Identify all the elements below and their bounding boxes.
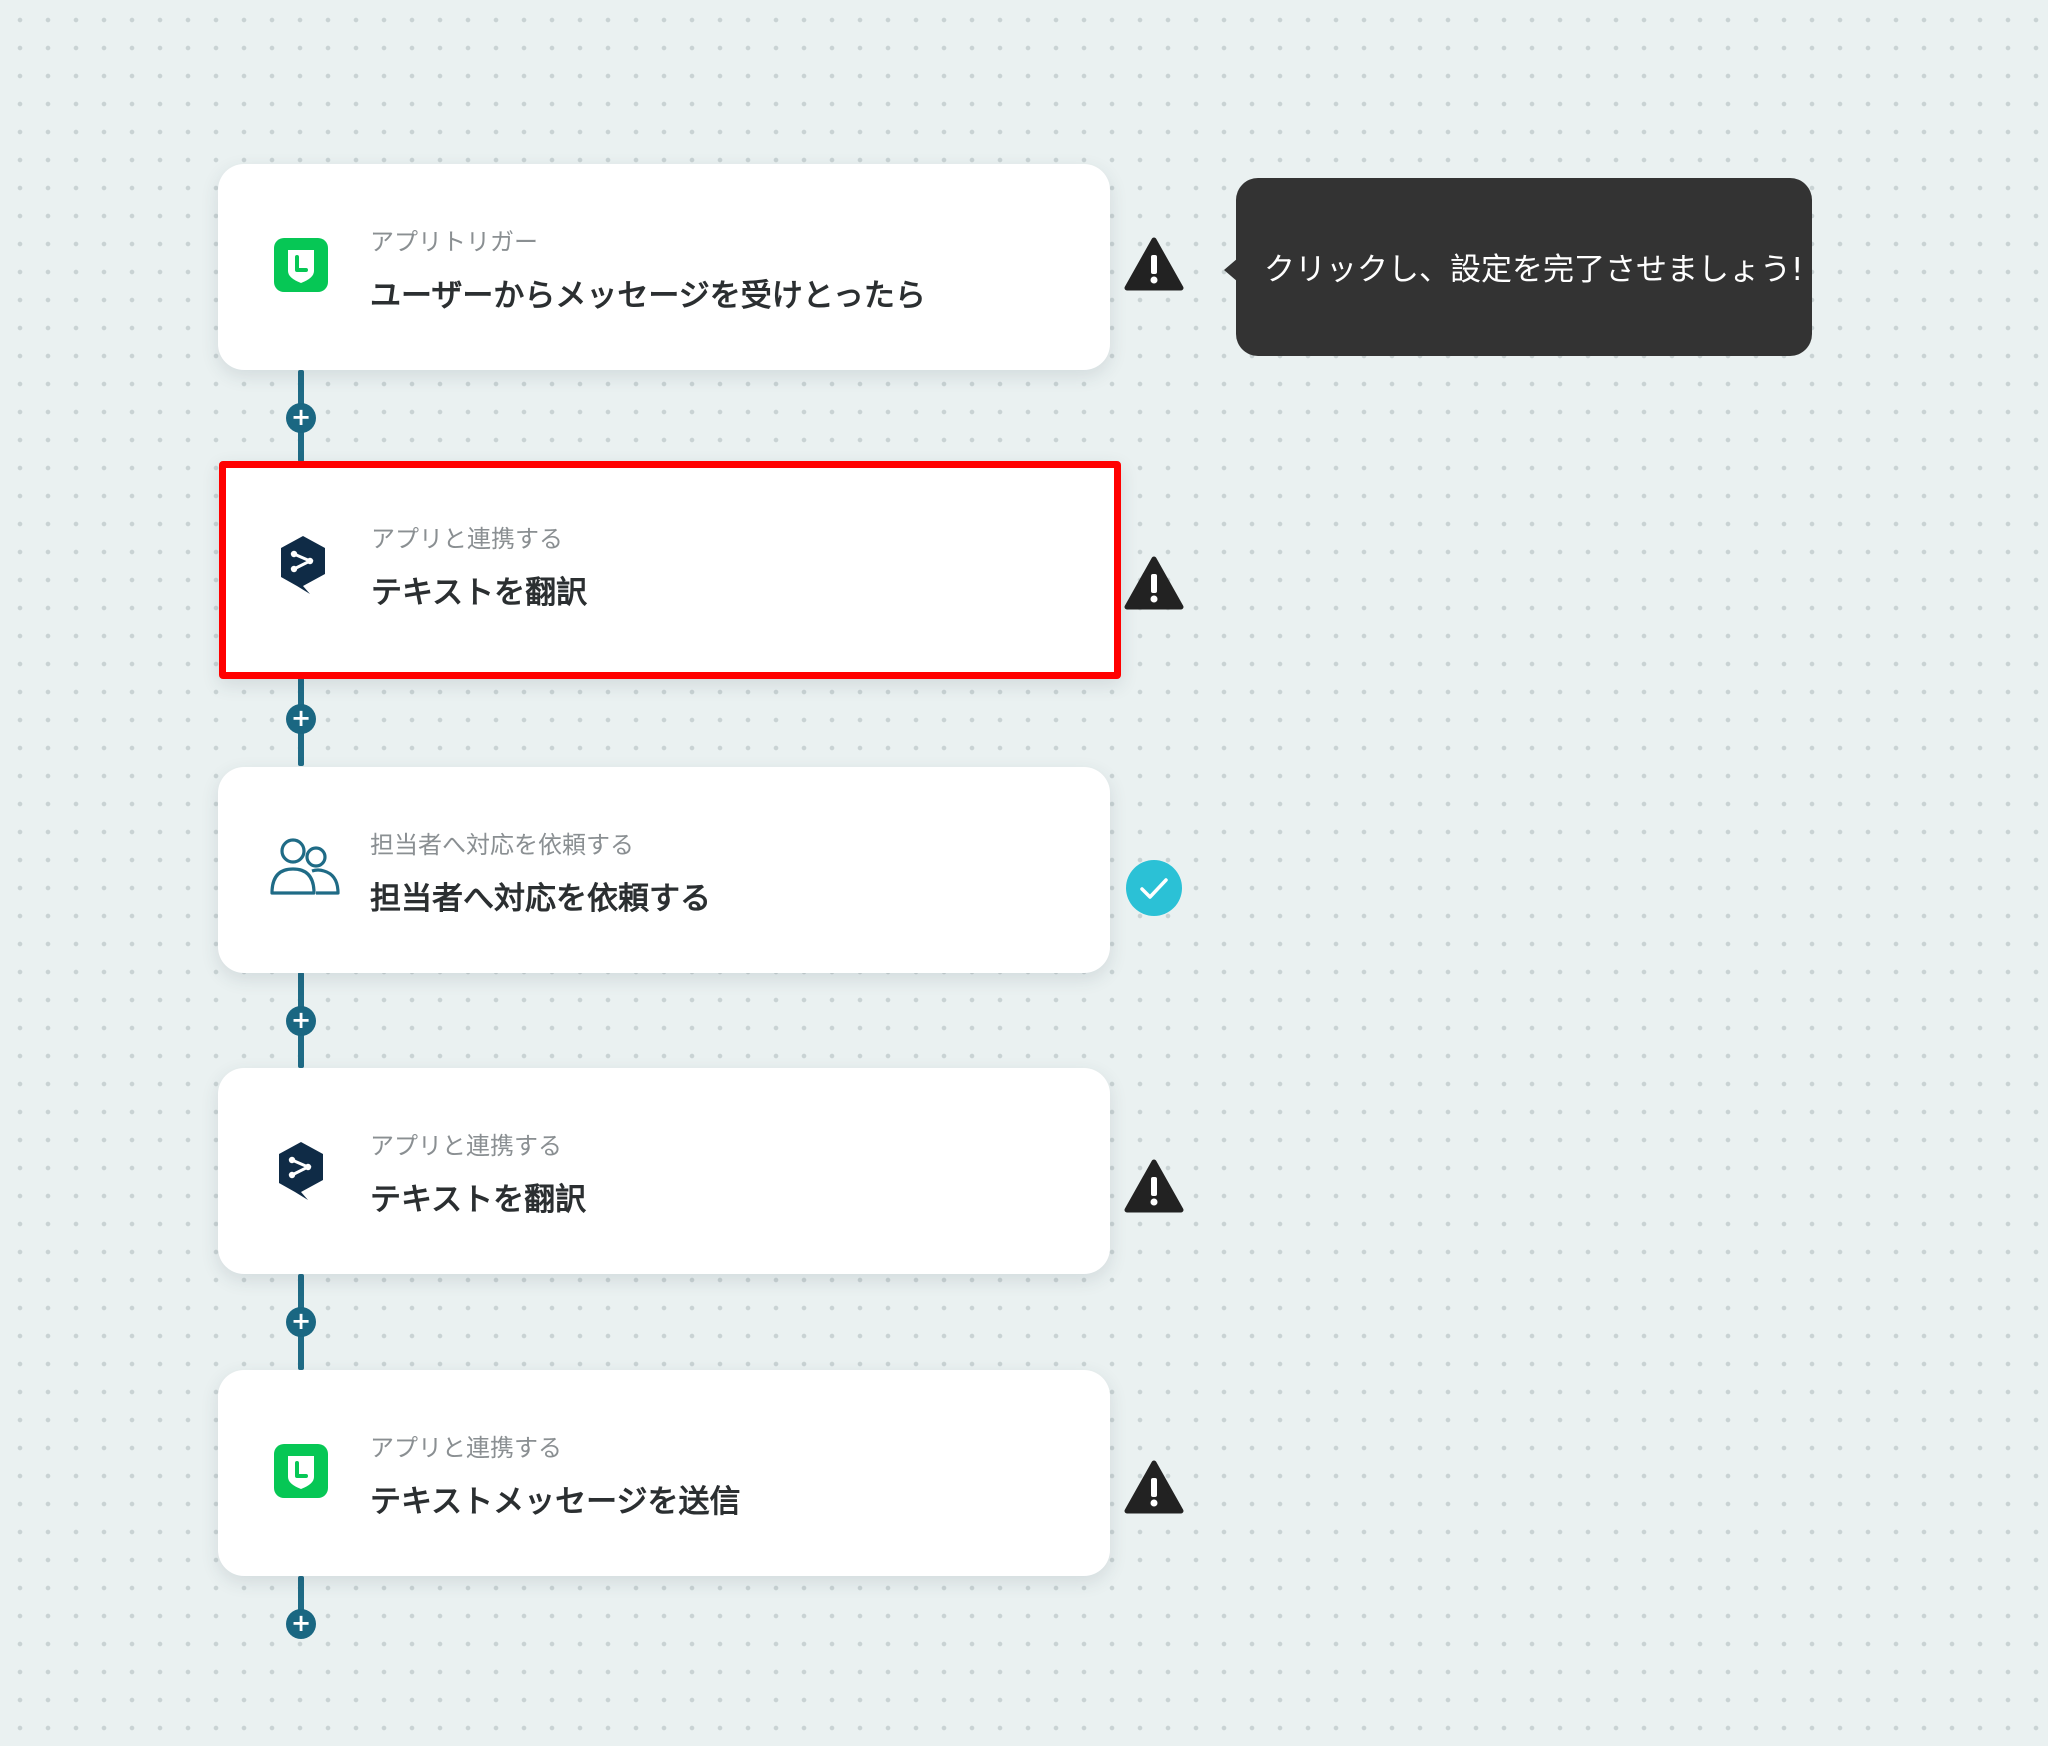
step-category: 担当者へ対応を依頼する bbox=[370, 831, 634, 859]
add-step-button[interactable]: + bbox=[286, 1609, 316, 1639]
add-step-button[interactable]: + bbox=[286, 403, 316, 433]
step-title: ユーザーからメッセージを受けとったら bbox=[370, 278, 926, 314]
flow-step-card[interactable]: 担当者へ対応を依頼する 担当者へ対応を依頼する bbox=[218, 767, 1110, 973]
step-category: アプリと連携する bbox=[371, 525, 563, 553]
deepl-app-icon bbox=[270, 530, 336, 596]
warning-icon[interactable] bbox=[1124, 555, 1184, 611]
warning-icon[interactable] bbox=[1124, 1158, 1184, 1214]
step-category: アプリトリガー bbox=[370, 228, 538, 256]
step-title: テキストを翻訳 bbox=[370, 1182, 587, 1218]
line-app-icon bbox=[268, 232, 334, 298]
plus-icon: + bbox=[290, 1307, 312, 1335]
add-step-button[interactable]: + bbox=[286, 1006, 316, 1036]
flow-step-card[interactable]: アプリトリガー ユーザーからメッセージを受けとったら bbox=[218, 164, 1110, 370]
step-title: 担当者へ対応を依頼する bbox=[370, 881, 711, 917]
deepl-app-icon bbox=[268, 1136, 334, 1202]
step-category: アプリと連携する bbox=[370, 1434, 562, 1462]
flow-canvas: + + + + + アプリトリガー ユーザーからメッセージを受けとったら アプリ… bbox=[0, 0, 2048, 1746]
check-icon[interactable] bbox=[1124, 858, 1184, 916]
tooltip-arrow bbox=[1224, 258, 1238, 282]
flow-step-card-selected[interactable]: アプリと連携する テキストを翻訳 bbox=[219, 461, 1121, 679]
add-step-button[interactable]: + bbox=[286, 704, 316, 734]
warning-icon[interactable] bbox=[1124, 1459, 1184, 1515]
plus-icon: + bbox=[290, 704, 312, 732]
users-icon bbox=[268, 835, 340, 901]
step-title: テキストメッセージを送信 bbox=[370, 1484, 741, 1520]
step-category: アプリと連携する bbox=[370, 1132, 562, 1160]
tooltip-text: クリックし、設定を完了させましょう! bbox=[1264, 252, 1804, 288]
plus-icon: + bbox=[290, 1609, 312, 1637]
warning-icon[interactable] bbox=[1124, 236, 1184, 292]
line-app-icon bbox=[268, 1438, 334, 1504]
step-title: テキストを翻訳 bbox=[371, 575, 588, 611]
plus-icon: + bbox=[290, 403, 312, 431]
plus-icon: + bbox=[290, 1006, 312, 1034]
flow-step-card[interactable]: アプリと連携する テキストを翻訳 bbox=[218, 1068, 1110, 1274]
add-step-button[interactable]: + bbox=[286, 1307, 316, 1337]
flow-step-card[interactable]: アプリと連携する テキストメッセージを送信 bbox=[218, 1370, 1110, 1576]
tooltip: クリックし、設定を完了させましょう! bbox=[1224, 178, 1812, 356]
